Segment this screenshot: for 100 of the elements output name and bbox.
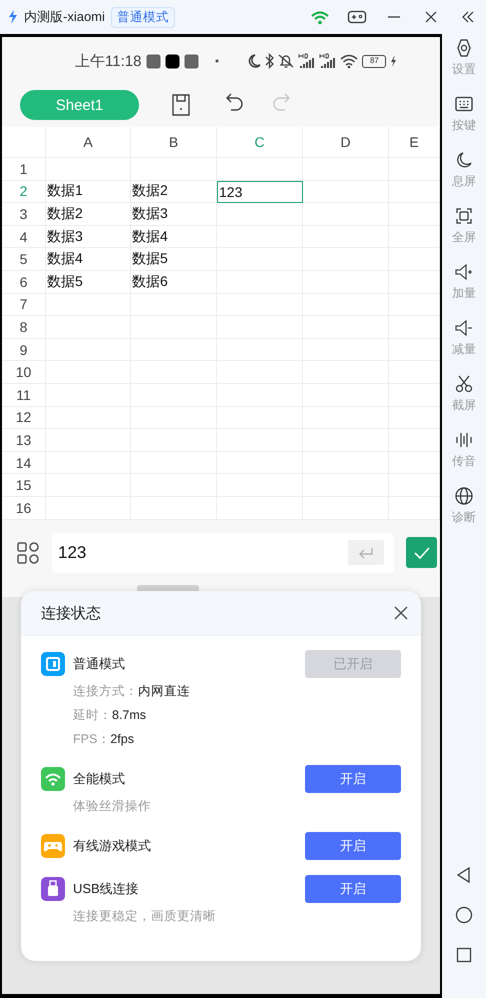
table-cell[interactable] [131, 158, 217, 181]
detail-line: 连接方式：内网直连 [73, 682, 191, 700]
scissors-icon [454, 374, 474, 394]
table-cell[interactable] [389, 226, 440, 248]
table-cell[interactable] [217, 203, 303, 226]
grid-menu-button[interactable] [16, 540, 40, 564]
row-number[interactable]: 13 [2, 429, 46, 452]
column-header[interactable]: A [46, 127, 131, 158]
enable-button[interactable]: 开启 [305, 765, 401, 793]
moon-icon [247, 53, 262, 69]
table-cell[interactable] [389, 180, 440, 204]
table-cell[interactable] [389, 270, 440, 294]
row-number[interactable]: 9 [2, 338, 46, 362]
globe-icon [454, 486, 474, 506]
notification-icon [165, 54, 180, 68]
table-cell[interactable] [389, 248, 440, 271]
table-cell[interactable] [389, 338, 440, 362]
row-number[interactable]: 10 [2, 361, 46, 384]
wifi-icon [340, 53, 358, 69]
confirm-button[interactable] [406, 537, 437, 568]
sound-wave-icon [454, 430, 474, 450]
dot-icon [215, 59, 220, 63]
row-number[interactable]: 16 [2, 496, 46, 520]
formula-input-field[interactable]: 123 [52, 532, 394, 572]
column-header[interactable]: E [389, 127, 440, 158]
lightning-icon [8, 9, 18, 25]
drag-handle[interactable] [137, 584, 199, 590]
mode-name: 普通模式 [73, 655, 126, 673]
usb-mode-icon [41, 877, 65, 901]
normal-mode-icon [41, 652, 65, 676]
grid-icon [16, 540, 40, 564]
keyboard-icon [454, 94, 474, 114]
row-number[interactable]: 15 [2, 474, 46, 497]
signal-icon [319, 53, 336, 69]
mode-name: 全能模式 [73, 770, 126, 788]
wifi-icon [310, 9, 330, 25]
enable-button[interactable]: 开启 [305, 832, 401, 860]
mode-name: 有线游戏模式 [73, 837, 152, 855]
table-cell[interactable] [389, 474, 440, 497]
table-cell[interactable]: 数据4 [46, 248, 131, 271]
table-cell[interactable] [389, 496, 440, 520]
row-number[interactable]: 4 [2, 226, 46, 248]
table-cell[interactable] [389, 316, 440, 339]
row-number[interactable]: 3 [2, 203, 46, 226]
column-header[interactable]: B [131, 127, 217, 158]
table-cell[interactable]: 数据5 [131, 248, 217, 271]
row-number[interactable]: 14 [2, 452, 46, 474]
row-number[interactable]: 11 [2, 384, 46, 407]
table-cell[interactable] [389, 203, 440, 226]
table-cell[interactable]: 123 [217, 180, 303, 204]
table-cell[interactable] [389, 361, 440, 384]
row-number[interactable]: 7 [2, 294, 46, 316]
table-cell[interactable]: 数据2 [46, 203, 131, 226]
table-cell[interactable] [389, 429, 440, 452]
table-cell[interactable] [303, 180, 389, 204]
table-cell[interactable] [217, 158, 303, 181]
wifi-mode-icon [41, 767, 65, 791]
bluetooth-icon [265, 53, 274, 69]
recents-icon [454, 945, 474, 965]
muted-bell-icon [278, 53, 294, 69]
table-cell[interactable] [389, 294, 440, 316]
row-number[interactable]: 6 [2, 270, 46, 294]
table-cell[interactable] [389, 384, 440, 407]
game-mode-icon [41, 834, 65, 858]
row-number[interactable]: 12 [2, 406, 46, 430]
moon-icon [454, 150, 474, 170]
row-number[interactable]: 5 [2, 248, 46, 271]
row-number[interactable]: 1 [2, 158, 46, 181]
table-cell[interactable]: 数据2 [131, 180, 217, 204]
mode-badge: 普通模式 [110, 6, 175, 28]
table-cell[interactable] [389, 158, 440, 181]
table-cell[interactable] [303, 203, 389, 226]
table-cell[interactable]: 数据3 [131, 203, 217, 226]
table-cell[interactable]: 数据5 [46, 270, 131, 294]
app-title: 内测版-xiaomi [24, 8, 105, 26]
table-cell[interactable]: 数据6 [131, 270, 217, 294]
notification-icon [146, 54, 162, 68]
table-cell[interactable] [389, 406, 440, 430]
fullscreen-icon [454, 206, 474, 226]
row-number[interactable]: 8 [2, 316, 46, 339]
close-icon [393, 605, 409, 621]
check-icon [414, 546, 430, 558]
close-button[interactable] [393, 605, 409, 621]
table-cell[interactable]: 数据4 [131, 226, 217, 248]
notification-icon [184, 54, 200, 68]
table-cell[interactable] [303, 158, 389, 181]
volume-down-icon [454, 318, 474, 338]
minimize-icon [388, 16, 400, 18]
table-cell[interactable]: 数据1 [46, 180, 131, 204]
mode-name: USB线连接 [73, 880, 140, 898]
detail-line: FPS：2fps [73, 730, 135, 748]
enter-button[interactable] [348, 540, 384, 565]
table-cell[interactable]: 数据3 [46, 226, 131, 248]
column-header[interactable]: D [303, 127, 389, 158]
dialog-title: 连接状态 [41, 604, 101, 622]
enter-icon [358, 546, 374, 558]
enable-button[interactable]: 开启 [305, 875, 401, 903]
battery-icon: 87 [362, 54, 386, 68]
signal-icon [298, 53, 316, 69]
table-cell[interactable] [389, 452, 440, 474]
